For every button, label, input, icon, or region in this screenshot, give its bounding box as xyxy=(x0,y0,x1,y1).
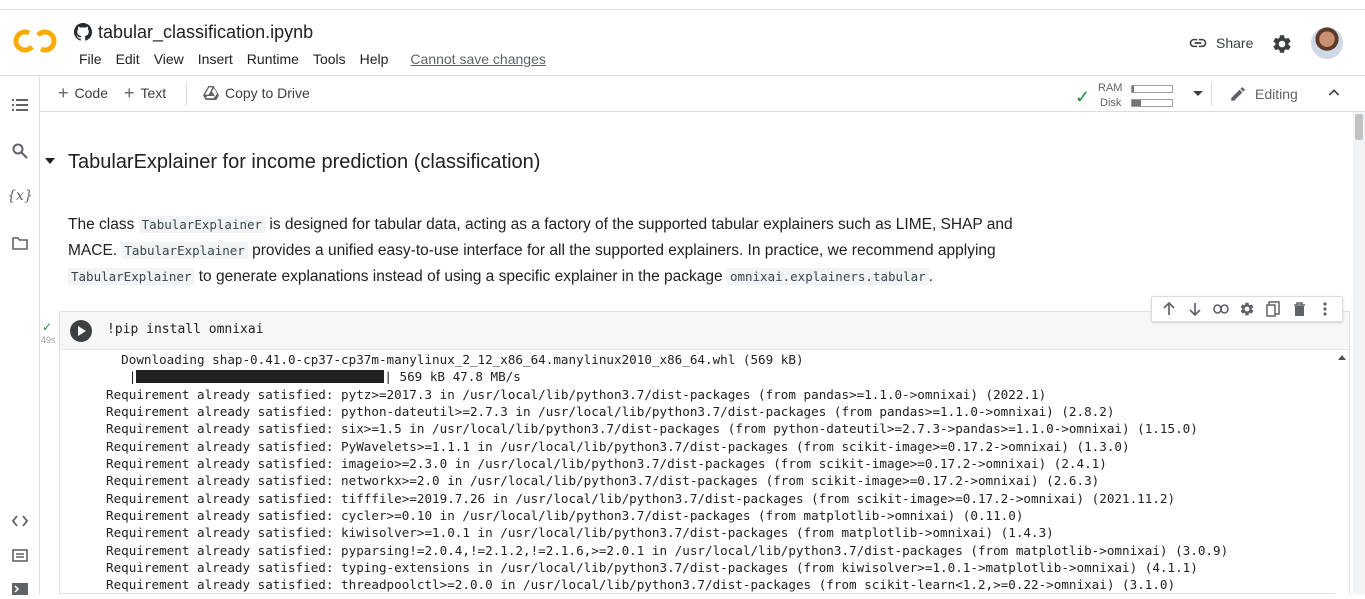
notebook-title[interactable]: tabular_classification.ipynb xyxy=(98,22,313,43)
inline-code: TabularExplainer xyxy=(68,268,195,285)
drive-icon xyxy=(203,86,219,100)
output-line: Requirement already satisfied: PyWavelet… xyxy=(106,438,1130,454)
menu-help[interactable]: Help xyxy=(353,51,396,67)
command-palette-icon[interactable] xyxy=(10,545,30,565)
plus-icon: + xyxy=(124,83,135,103)
notebook-scrollbar[interactable] xyxy=(1353,112,1365,594)
section-heading: TabularExplainer for income prediction (… xyxy=(68,151,541,173)
settings-gear-icon[interactable] xyxy=(1271,33,1293,55)
menu-edit[interactable]: Edit xyxy=(109,51,147,67)
copy-to-drive-button[interactable]: Copy to Drive xyxy=(203,85,310,101)
connected-check-icon: ✓ xyxy=(1075,87,1091,107)
text-run: . xyxy=(928,268,933,285)
user-avatar[interactable] xyxy=(1311,27,1343,59)
output-line: Requirement already satisfied: six>=1.5 … xyxy=(106,421,1198,437)
cell-toolbar xyxy=(1151,296,1343,322)
github-icon xyxy=(74,23,92,41)
requirement-lines: Requirement already satisfied: pytz>=201… xyxy=(106,386,1228,594)
output-line: Requirement already satisfied: imageio>=… xyxy=(106,456,1107,472)
execution-success-check-icon: ✓ xyxy=(42,320,53,334)
text-run: The class xyxy=(68,216,139,233)
menu-runtime[interactable]: Runtime xyxy=(240,51,306,67)
download-line: Downloading shap-0.41.0-cp37-cp37m-manyl… xyxy=(106,352,804,367)
resource-monitor[interactable]: ✓ RAM Disk xyxy=(1075,80,1215,109)
description-paragraph: The class TabularExplainer is designed f… xyxy=(68,212,1058,290)
toc-icon[interactable] xyxy=(10,95,30,115)
notebook-toolbar: + Code + Text Copy to Drive ✓ RAM Disk E… xyxy=(40,76,1365,112)
search-icon[interactable] xyxy=(10,141,30,161)
chevron-up-icon[interactable] xyxy=(1326,85,1342,101)
terminal-icon[interactable] xyxy=(10,579,30,599)
variables-icon[interactable]: {x} xyxy=(7,186,33,206)
add-code-label: Code xyxy=(74,85,108,101)
menu-bar: File Edit View Insert Runtime Tools Help… xyxy=(72,51,553,67)
output-line: Requirement already satisfied: python-da… xyxy=(106,404,1115,420)
output-line: Requirement already satisfied: threadpoo… xyxy=(106,577,1176,593)
output-line: Requirement already satisfied: cycler>=0… xyxy=(106,508,1024,524)
cell-source-code[interactable]: !pip install omnixai xyxy=(107,322,264,337)
arrow-down-icon[interactable] xyxy=(1187,301,1203,317)
menu-file[interactable]: File xyxy=(72,51,109,67)
pencil-icon xyxy=(1231,87,1245,101)
progress-text: | 569 kB 47.8 MB/s xyxy=(384,369,521,385)
menu-tools[interactable]: Tools xyxy=(306,51,353,67)
save-status-link[interactable]: Cannot save changes xyxy=(403,51,552,67)
toolbar-divider xyxy=(186,82,187,106)
output-line: Requirement already satisfied: pyparsing… xyxy=(106,542,1229,558)
download-progress-bar xyxy=(136,370,385,384)
execution-time: 49s xyxy=(41,335,56,345)
left-sidebar: {x} xyxy=(0,76,40,595)
copy-to-drive-label: Copy to Drive xyxy=(225,85,310,101)
output-text: Downloading shap-0.41.0-cp37-cp37m-manyl… xyxy=(106,351,1228,594)
add-code-button[interactable]: + Code xyxy=(58,83,108,103)
inline-code: omnixai.explainers.tabular xyxy=(726,268,929,285)
add-text-label: Text xyxy=(140,85,167,101)
ram-usage-bar xyxy=(1131,85,1173,93)
code-cell[interactable]: !pip install omnixai Downloading shap-0.… xyxy=(59,311,1350,595)
link-icon xyxy=(1189,38,1207,48)
output-line: Requirement already satisfied: networkx>… xyxy=(106,473,1100,489)
output-line: Requirement already satisfied: tifffile>… xyxy=(106,490,1176,506)
inline-code: TabularExplainer xyxy=(138,216,266,233)
run-cell-button[interactable] xyxy=(70,320,92,342)
add-text-button[interactable]: + Text xyxy=(124,83,167,103)
disk-usage-bar xyxy=(1131,99,1173,107)
toolbar-divider xyxy=(1211,82,1212,106)
app-header: tabular_classification.ipynb File Edit V… xyxy=(0,10,1365,76)
delete-icon[interactable] xyxy=(1291,301,1307,317)
scrollbar-thumb[interactable] xyxy=(1355,114,1363,140)
share-button[interactable]: Share xyxy=(1188,33,1253,53)
settings-icon[interactable] xyxy=(1239,301,1255,317)
folder-icon[interactable] xyxy=(10,233,30,253)
title-row: tabular_classification.ipynb xyxy=(74,20,313,44)
collapse-section-caret[interactable] xyxy=(45,158,55,164)
progress-line: | | 569 kB 47.8 MB/s xyxy=(106,369,521,385)
scroll-up-arrow-icon[interactable] xyxy=(1338,355,1346,360)
mirror-cell-icon[interactable] xyxy=(1265,301,1281,317)
more-vert-icon[interactable] xyxy=(1317,301,1333,317)
editing-mode-button[interactable]: Editing xyxy=(1229,85,1298,103)
code-snippets-icon[interactable] xyxy=(10,511,30,531)
link-icon[interactable] xyxy=(1213,301,1229,317)
inline-code: TabularExplainer xyxy=(121,242,248,259)
ram-label: RAM xyxy=(1098,82,1123,94)
share-label: Share xyxy=(1216,35,1254,51)
text-run: provides a unified easy-to-use interface… xyxy=(247,242,996,259)
output-scrollbar[interactable] xyxy=(1335,351,1349,595)
cell-output: Downloading shap-0.41.0-cp37-cp37m-manyl… xyxy=(60,351,1349,595)
output-line: Requirement already satisfied: pytz>=201… xyxy=(106,386,1047,402)
colab-logo[interactable] xyxy=(13,26,57,56)
browser-top-strip xyxy=(0,0,1365,10)
menu-view[interactable]: View xyxy=(147,51,191,67)
output-line: Requirement already satisfied: typing-ex… xyxy=(106,560,1198,576)
chevron-down-icon[interactable] xyxy=(1192,90,1204,98)
plus-icon: + xyxy=(58,83,69,103)
editing-label: Editing xyxy=(1255,86,1298,102)
text-run: to generate explanations instead of usin… xyxy=(194,268,727,285)
disk-label: Disk xyxy=(1100,97,1122,109)
output-line: Requirement already satisfied: kiwisolve… xyxy=(106,525,1054,541)
menu-insert[interactable]: Insert xyxy=(191,51,240,67)
arrow-up-icon[interactable] xyxy=(1161,301,1177,317)
